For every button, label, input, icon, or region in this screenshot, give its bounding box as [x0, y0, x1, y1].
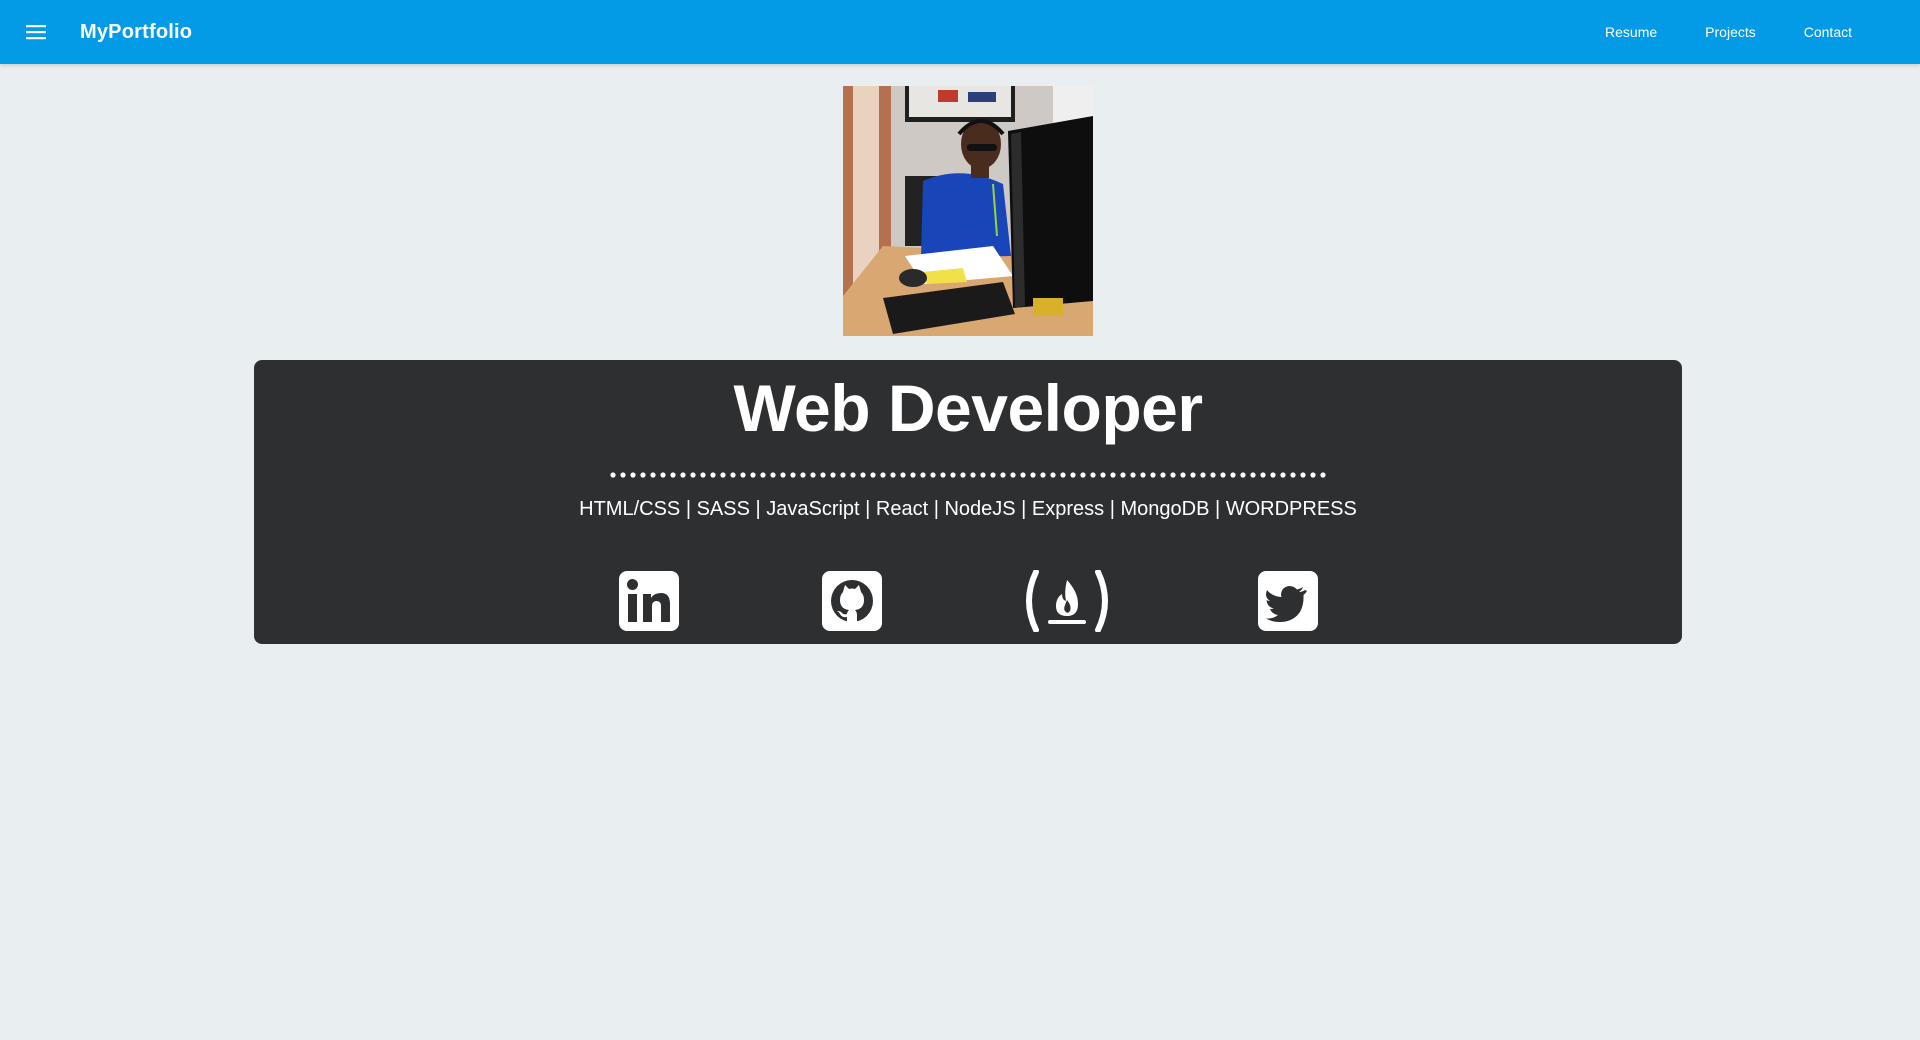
freecodecamp-icon: [1026, 569, 1108, 633]
nav-link-projects[interactable]: Projects: [1681, 0, 1780, 64]
profile-photo: [843, 86, 1093, 336]
top-nav: Resume Projects Contact: [1581, 0, 1876, 64]
hamburger-menu-icon: [26, 25, 46, 40]
twitter-icon: [1258, 571, 1318, 631]
freecodecamp-link[interactable]: [1020, 569, 1114, 633]
menu-button[interactable]: [20, 20, 52, 44]
brand-title[interactable]: MyPortfolio: [80, 0, 192, 64]
dotted-divider: [610, 472, 1326, 478]
nav-link-resume[interactable]: Resume: [1581, 0, 1681, 64]
hero-title: Web Developer: [733, 371, 1203, 445]
github-link[interactable]: [821, 570, 883, 632]
top-app-bar: MyPortfolio Resume Projects Contact: [0, 0, 1920, 64]
linkedin-link[interactable]: [618, 570, 680, 632]
nav-link-contact[interactable]: Contact: [1780, 0, 1876, 64]
skills-list: HTML/CSS | SASS | JavaScript | React | N…: [579, 498, 1357, 520]
hero-card: Web Developer HTML/CSS | SASS | JavaScri…: [254, 360, 1682, 644]
twitter-link[interactable]: [1257, 570, 1319, 632]
github-icon: [822, 571, 882, 631]
linkedin-icon: [619, 571, 679, 631]
